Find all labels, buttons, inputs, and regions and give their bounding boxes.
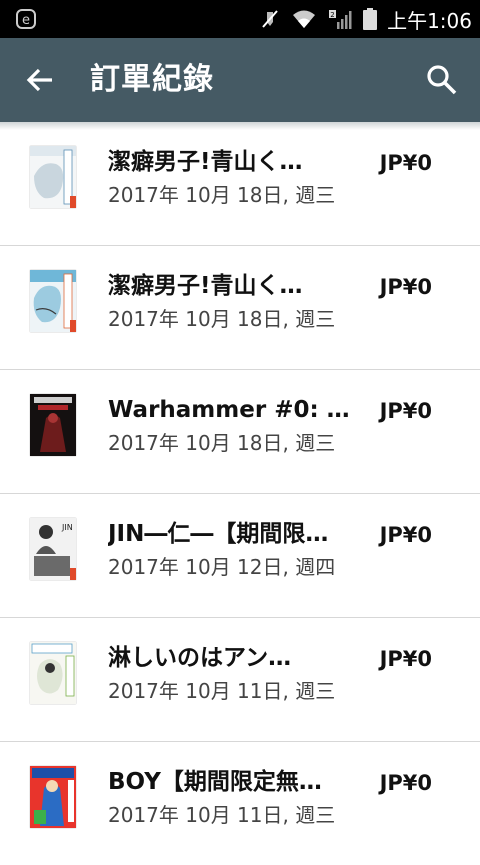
order-date: 2017年 10月 18日, 週三 [108, 307, 336, 331]
order-row[interactable]: Warhammer #0: … 2017年 10月 18日, 週三 JP¥0 [0, 370, 480, 494]
signal-icon: 2 [327, 8, 353, 30]
order-date: 2017年 10月 11日, 週三 [108, 679, 336, 703]
book-cover-image [30, 766, 76, 828]
order-list: 潔癖男子!青山く… 2017年 10月 18日, 週三 JP¥0 潔癖男子!青山… [0, 122, 480, 865]
order-title: Warhammer #0: … [108, 397, 348, 423]
order-date: 2017年 10月 18日, 週三 [108, 431, 336, 455]
order-title: 淋しいのはアン… [108, 645, 292, 671]
svg-text:JIN: JIN [61, 523, 73, 532]
e-app-icon: e [16, 9, 36, 29]
svg-text:e: e [22, 13, 30, 28]
order-date: 2017年 10月 18日, 週三 [108, 183, 336, 207]
order-title: 潔癖男子!青山く… [108, 149, 303, 175]
order-row[interactable]: 潔癖男子!青山く… 2017年 10月 18日, 週三 JP¥0 [0, 122, 480, 246]
order-price: JP¥0 [379, 399, 432, 423]
back-arrow-icon[interactable] [22, 62, 58, 98]
book-cover-image [30, 642, 76, 704]
order-price: JP¥0 [379, 771, 432, 795]
battery-icon [363, 8, 378, 30]
order-row[interactable]: BOY【期間限定無… 2017年 10月 11日, 週三 JP¥0 [0, 742, 480, 865]
order-title: BOY【期間限定無… [108, 769, 322, 795]
wifi-icon [291, 8, 317, 30]
order-title: 潔癖男子!青山く… [108, 273, 303, 299]
order-price: JP¥0 [379, 523, 432, 547]
order-date: 2017年 10月 12日, 週四 [108, 555, 336, 579]
order-date: 2017年 10月 11日, 週三 [108, 803, 336, 827]
order-title: JIN―仁―【期間限… [108, 521, 329, 547]
book-cover-image [30, 146, 76, 208]
book-cover-image: JIN [30, 518, 76, 580]
book-cover-image [30, 270, 76, 332]
book-cover-image [30, 394, 76, 456]
order-price: JP¥0 [379, 647, 432, 671]
order-row[interactable]: 潔癖男子!青山く… 2017年 10月 18日, 週三 JP¥0 [0, 246, 480, 370]
status-bar: e 2 上午1:06 [0, 0, 480, 38]
order-row[interactable]: JIN JIN―仁―【期間限… 2017年 10月 12日, 週四 JP¥0 [0, 494, 480, 618]
svg-text:2: 2 [330, 11, 334, 19]
order-row[interactable]: 淋しいのはアン… 2017年 10月 11日, 週三 JP¥0 [0, 618, 480, 742]
app-bar: 訂單紀錄 [0, 38, 480, 122]
search-icon[interactable] [424, 62, 460, 98]
app-bar-shadow [0, 122, 480, 130]
order-price: JP¥0 [379, 151, 432, 175]
status-time: 上午1:06 [387, 8, 472, 33]
mute-icon [259, 8, 281, 30]
status-icons: 2 上午1:06 [259, 0, 472, 38]
page-title: 訂單紀錄 [90, 62, 214, 97]
order-price: JP¥0 [379, 275, 432, 299]
